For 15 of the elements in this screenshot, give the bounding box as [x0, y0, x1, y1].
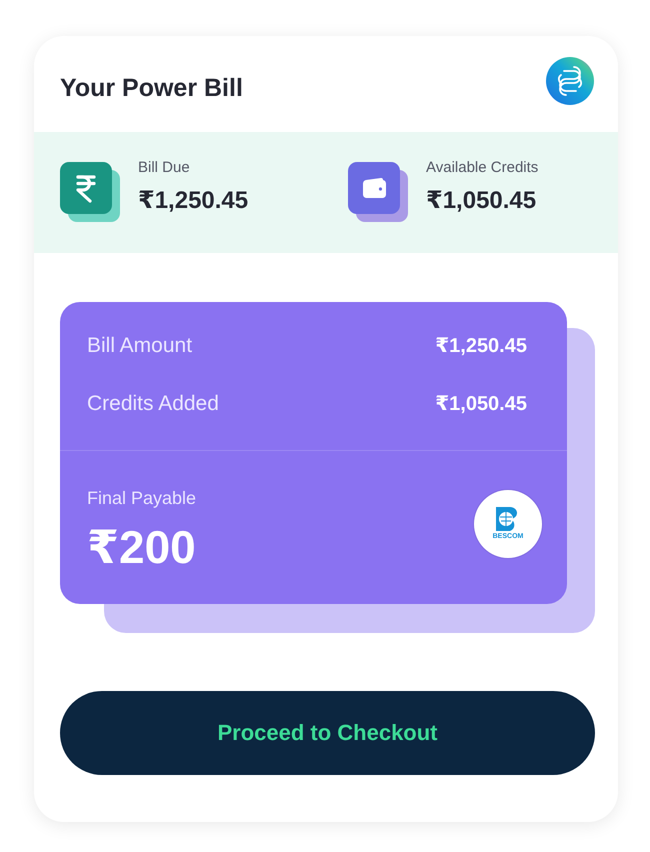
summary-label: Bill Due: [138, 159, 191, 177]
swirl-logo-icon: [546, 56, 594, 104]
rupee-icon: [60, 162, 120, 222]
summary-amount: ₹1,050.45: [426, 187, 538, 215]
final-payable-amount: ₹200: [87, 520, 196, 572]
row-label: Credits Added: [87, 392, 219, 416]
page-title: Your Power Bill: [60, 74, 243, 102]
row-value: ₹1,250.45: [435, 334, 527, 358]
summary-amount: ₹1,250.45: [138, 187, 248, 215]
final-payable-label: Final Payable: [87, 486, 196, 508]
row-value: ₹1,050.45: [435, 392, 527, 416]
wallet-icon: [348, 162, 408, 222]
summary-label: Available Credits: [426, 159, 538, 177]
row-label: Bill Amount: [87, 334, 192, 358]
checkout-button[interactable]: Proceed to Checkout: [60, 691, 595, 775]
